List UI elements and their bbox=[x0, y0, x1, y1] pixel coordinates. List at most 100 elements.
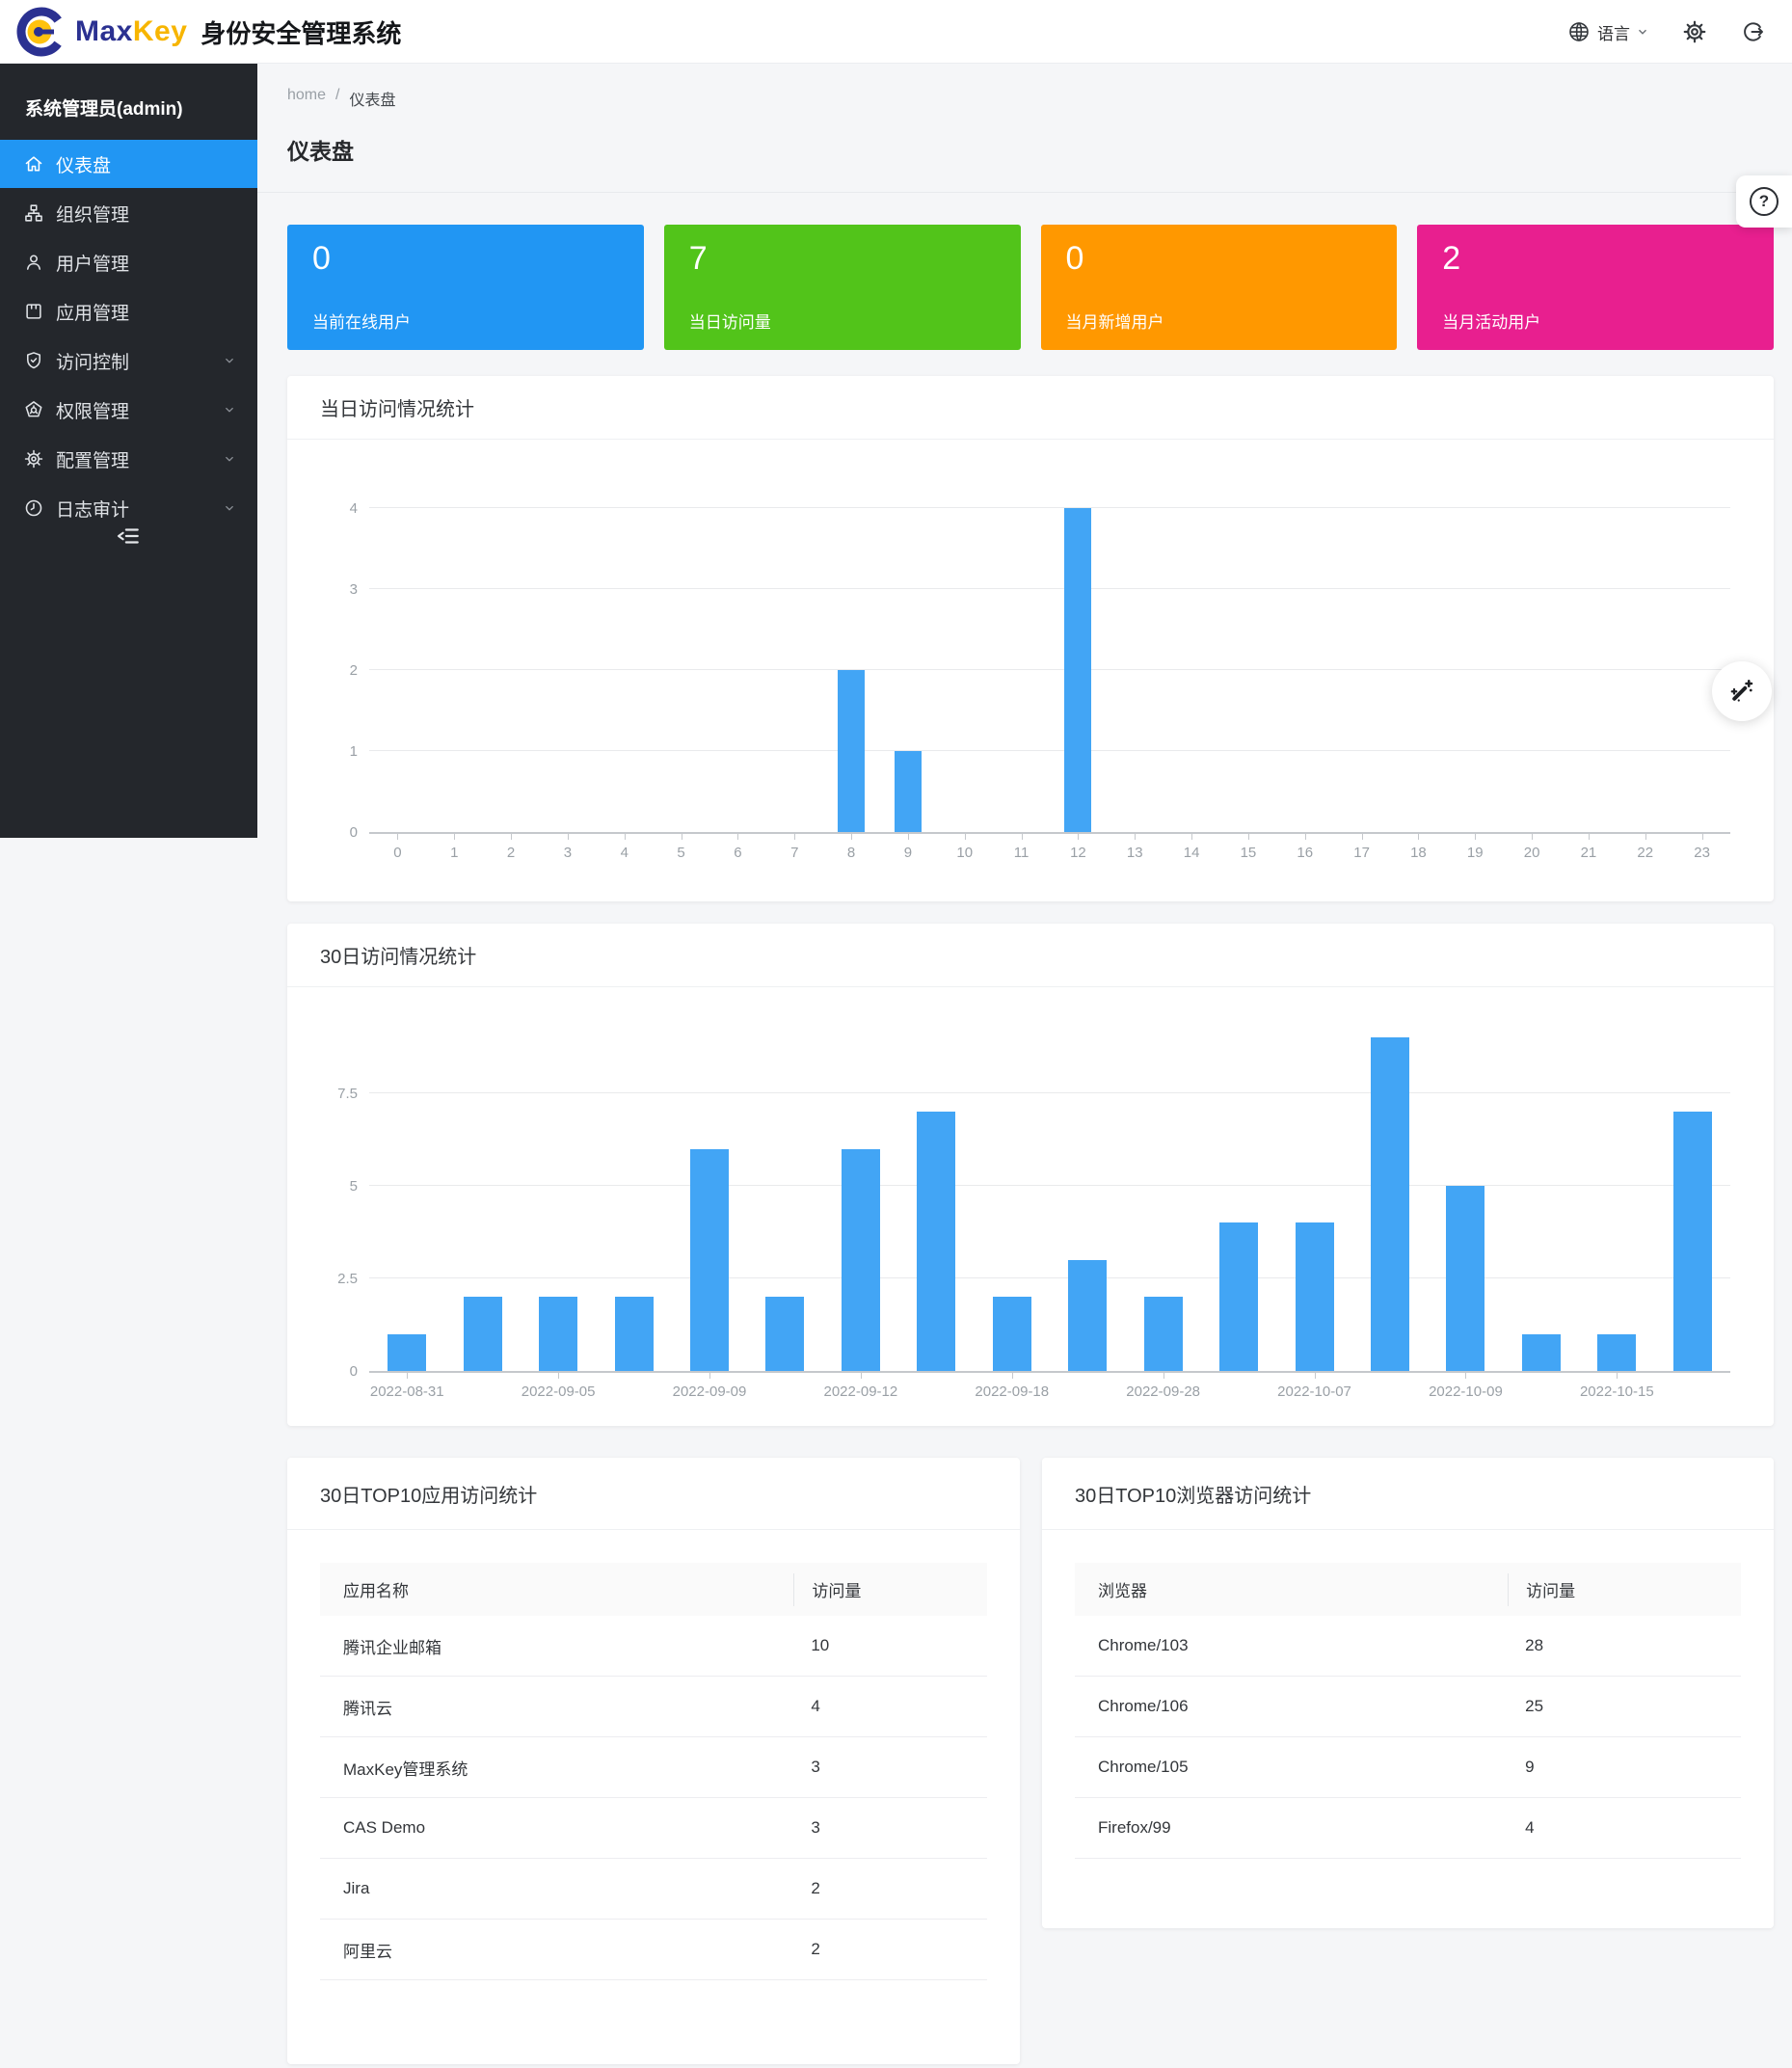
table-row[interactable]: 腾讯云4 bbox=[320, 1677, 987, 1737]
x-axis-tick bbox=[1135, 834, 1136, 840]
table-header-row: 浏览器访问量 bbox=[1075, 1563, 1741, 1616]
chevron-down-icon bbox=[223, 403, 236, 416]
table-row[interactable]: 腾讯企业邮箱10 bbox=[320, 1616, 987, 1677]
home-icon bbox=[23, 153, 44, 175]
stat-label: 当日访问量 bbox=[689, 309, 771, 333]
chart-title: 当日访问情况统计 bbox=[320, 393, 474, 421]
org-icon bbox=[23, 202, 44, 224]
table-row[interactable]: MaxKey管理系统3 bbox=[320, 1737, 987, 1798]
table-cell-count: 3 bbox=[793, 1818, 987, 1838]
x-axis-tick bbox=[1078, 834, 1079, 840]
table-row[interactable]: 阿里云2 bbox=[320, 1920, 987, 1980]
x-axis-tick-label: 2022-09-12 bbox=[808, 1383, 914, 1400]
bar bbox=[1144, 1297, 1183, 1371]
x-axis-tick bbox=[1248, 834, 1249, 840]
x-axis-tick bbox=[397, 834, 398, 840]
table-title: 30日TOP10浏览器访问统计 bbox=[1075, 1480, 1311, 1508]
table-row[interactable]: Chrome/10625 bbox=[1075, 1677, 1741, 1737]
sidebar-item-权限管理[interactable]: 权限管理 bbox=[0, 386, 257, 434]
bar bbox=[1597, 1334, 1636, 1371]
table-cell-name: Jira bbox=[320, 1879, 793, 1898]
app-icon bbox=[23, 301, 44, 322]
table-row[interactable]: Chrome/10328 bbox=[1075, 1616, 1741, 1677]
page-title: 仪表盘 bbox=[287, 133, 354, 166]
gridline bbox=[369, 1277, 1730, 1278]
logout-icon[interactable] bbox=[1740, 19, 1765, 44]
globe-icon bbox=[1566, 19, 1591, 44]
header-actions: 语言 bbox=[1566, 0, 1765, 64]
sidebar-item-访问控制[interactable]: 访问控制 bbox=[0, 336, 257, 385]
question-mark-icon: ? bbox=[1750, 187, 1779, 216]
menu-fold-icon[interactable] bbox=[107, 519, 149, 553]
x-axis-tick bbox=[1315, 1373, 1316, 1379]
x-axis-tick bbox=[794, 834, 795, 840]
sidebar-item-label: 配置管理 bbox=[56, 446, 223, 472]
title-divider bbox=[257, 192, 1792, 193]
x-axis-tick bbox=[1532, 834, 1533, 840]
bar bbox=[917, 1112, 955, 1371]
shield-check-icon bbox=[23, 350, 44, 371]
table-cell-name: CAS Demo bbox=[320, 1818, 793, 1838]
table-card-apps: 30日TOP10应用访问统计 应用名称访问量腾讯企业邮箱10腾讯云4MaxKey… bbox=[287, 1458, 1020, 2064]
x-axis-tick bbox=[1163, 1373, 1164, 1379]
x-axis-tick bbox=[1645, 834, 1646, 840]
x-axis-tick-label: 2022-09-18 bbox=[959, 1383, 1065, 1400]
bar bbox=[838, 670, 865, 832]
table-row[interactable]: Jira2 bbox=[320, 1859, 987, 1920]
gridline bbox=[369, 1185, 1730, 1186]
x-axis-tick-label: 2022-08-31 bbox=[354, 1383, 460, 1400]
chart-card-daily: 当日访问情况统计 0123401234567891011121314151617… bbox=[287, 376, 1774, 901]
table-row[interactable]: Chrome/1059 bbox=[1075, 1737, 1741, 1798]
sidebar-item-仪表盘[interactable]: 仪表盘 bbox=[0, 140, 257, 188]
sidebar-item-label: 组织管理 bbox=[56, 201, 257, 227]
brand: MaxKey 身份安全管理系统 bbox=[15, 6, 401, 58]
sidebar-item-label: 用户管理 bbox=[56, 250, 257, 276]
table-cell-name: Chrome/106 bbox=[1075, 1697, 1508, 1716]
table-cell-count: 25 bbox=[1508, 1697, 1741, 1716]
sidebar-item-组织管理[interactable]: 组织管理 bbox=[0, 189, 257, 237]
x-axis-tick bbox=[1012, 1373, 1013, 1379]
y-axis-tick-label: 1 bbox=[313, 743, 358, 760]
x-axis-tick bbox=[709, 1373, 710, 1379]
stat-label: 当月新增用户 bbox=[1066, 309, 1164, 333]
breadcrumb-home[interactable]: home bbox=[287, 87, 326, 110]
help-button[interactable]: ? bbox=[1736, 175, 1792, 228]
sidebar-item-label: 权限管理 bbox=[56, 397, 223, 423]
table-cell-name: Chrome/103 bbox=[1075, 1636, 1508, 1655]
stat-value: 0 bbox=[312, 240, 331, 278]
bar bbox=[1068, 1260, 1107, 1371]
chart-title: 30日访问情况统计 bbox=[320, 941, 476, 969]
table-header-row: 应用名称访问量 bbox=[320, 1563, 987, 1616]
table-row[interactable]: CAS Demo3 bbox=[320, 1798, 987, 1859]
language-selector[interactable]: 语言 bbox=[1566, 19, 1649, 44]
table-row[interactable]: Firefox/994 bbox=[1075, 1798, 1741, 1859]
table-cell-name: Firefox/99 bbox=[1075, 1818, 1508, 1838]
y-axis-tick-label: 3 bbox=[313, 581, 358, 598]
sidebar-item-应用管理[interactable]: 应用管理 bbox=[0, 287, 257, 336]
bar bbox=[539, 1297, 577, 1371]
theme-wand-button[interactable] bbox=[1712, 661, 1772, 721]
x-axis-tick-label: 2022-09-05 bbox=[505, 1383, 611, 1400]
sidebar-user-label: 系统管理员(admin) bbox=[0, 64, 257, 140]
bar bbox=[765, 1297, 804, 1371]
card-head: 30日TOP10应用访问统计 bbox=[287, 1458, 1020, 1530]
sidebar-item-配置管理[interactable]: 配置管理 bbox=[0, 435, 257, 483]
bar bbox=[1064, 508, 1091, 832]
sidebar-item-label: 仪表盘 bbox=[56, 151, 257, 177]
magic-wand-icon bbox=[1727, 677, 1756, 706]
x-axis-tick bbox=[1617, 1373, 1618, 1379]
y-axis-tick-label: 5 bbox=[313, 1178, 358, 1195]
stat-card-当月活动用户: 2当月活动用户 bbox=[1417, 225, 1774, 350]
x-axis-tick bbox=[511, 834, 512, 840]
apps-table: 应用名称访问量腾讯企业邮箱10腾讯云4MaxKey管理系统3CAS Demo3J… bbox=[320, 1563, 987, 1980]
table-cell-name: Chrome/105 bbox=[1075, 1758, 1508, 1777]
breadcrumb-separator: / bbox=[335, 87, 339, 110]
gridline bbox=[369, 588, 1730, 589]
x-axis-tick-label: 2022-10-09 bbox=[1412, 1383, 1518, 1400]
bar bbox=[1219, 1222, 1258, 1371]
settings-gear-icon[interactable] bbox=[1682, 19, 1707, 44]
sidebar-item-用户管理[interactable]: 用户管理 bbox=[0, 238, 257, 286]
chevron-down-icon bbox=[1636, 25, 1649, 39]
stat-card-当日访问量: 7当日访问量 bbox=[664, 225, 1021, 350]
gridline bbox=[369, 1092, 1730, 1093]
